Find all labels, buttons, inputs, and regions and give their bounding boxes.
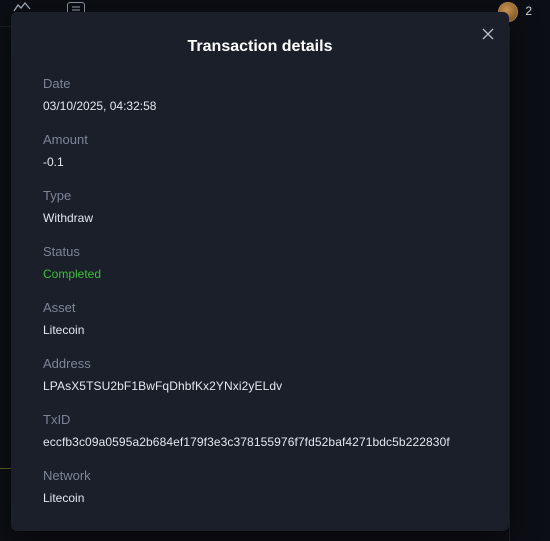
- network-label: Network: [43, 468, 91, 483]
- amount-field: Amount -0.1: [43, 131, 493, 187]
- modal-title: Transaction details: [187, 38, 333, 55]
- date-field: Date 03/10/2025, 04:32:58: [43, 75, 493, 131]
- status-badge: Completed: [43, 267, 102, 281]
- txid-field: TxID eccfb3c09a0595a2b684ef179f3e3c37815…: [43, 411, 493, 467]
- avatar-text: 2: [525, 4, 532, 18]
- status-field: Status Completed: [43, 243, 493, 299]
- amount-label: Amount: [43, 132, 88, 147]
- amount-value: -0.1: [43, 155, 64, 169]
- details-list: Date 03/10/2025, 04:32:58 Amount -0.1 Ty…: [43, 75, 493, 523]
- type-field: Type Withdraw: [43, 187, 493, 243]
- network-field: Network Litecoin: [43, 467, 493, 523]
- address-label: Address: [43, 356, 91, 371]
- type-label: Type: [43, 188, 72, 203]
- txid-value[interactable]: eccfb3c09a0595a2b684ef179f3e3c378155976f…: [43, 433, 493, 451]
- transaction-details-modal: Transaction details Date 03/10/2025, 04:…: [11, 12, 509, 531]
- address-field: Address LPAsX5TSU2bF1BwFqDhbfKx2YNxi2yEL…: [43, 355, 493, 411]
- asset-label: Asset: [43, 300, 76, 315]
- date-value: 03/10/2025, 04:32:58: [43, 99, 157, 113]
- right-panel: [509, 26, 550, 541]
- close-button[interactable]: [479, 25, 497, 43]
- txid-label: TxID: [43, 412, 71, 427]
- date-label: Date: [43, 76, 71, 91]
- network-value: Litecoin: [43, 491, 85, 505]
- close-icon: [482, 25, 494, 44]
- type-value: Withdraw: [43, 211, 94, 225]
- asset-field: Asset Litecoin: [43, 299, 493, 355]
- status-label: Status: [43, 244, 80, 259]
- asset-value: Litecoin: [43, 323, 85, 337]
- address-value[interactable]: LPAsX5TSU2bF1BwFqDhbfKx2YNxi2yELdv: [43, 377, 493, 395]
